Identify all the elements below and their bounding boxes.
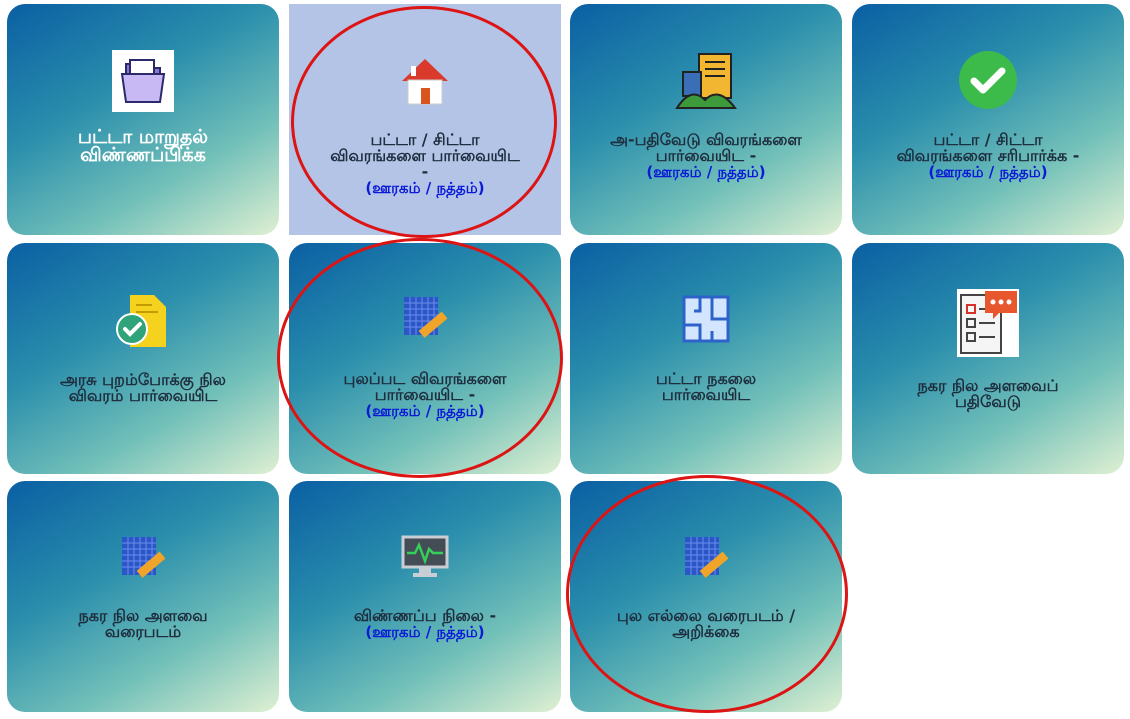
tile-sub-label: (ஊரகம் / நத்தம்)	[365, 179, 485, 197]
tile-sub-label: (ஊரகம் / நத்தம்)	[646, 163, 766, 181]
tile-a-register-view[interactable]: அ-பதிவேடு விவரங்களை பார்வையிட - (ஊரகம் /…	[570, 4, 842, 235]
tile-label-line1: விண்ணப்ப நிலை -	[353, 606, 497, 625]
tile-application-status[interactable]: விண்ணப்ப நிலை - (ஊரகம் / நத்தம்)	[289, 481, 561, 712]
tile-town-survey-register[interactable]: நகர நில அளவைப் பதிவேடு	[852, 243, 1124, 474]
tile-label-line2: அறிக்கை	[672, 622, 740, 641]
tile-label-line2: விண்ணப்பிக்க	[80, 144, 206, 166]
tile-label-line2: பதிவேடு	[955, 392, 1021, 411]
tile-govt-poramboke-view[interactable]: அரசு புறம்போக்கு நில விவரம் பார்வையிட	[7, 243, 279, 474]
folder-icon	[112, 50, 174, 116]
buildings-document-icon	[675, 52, 737, 114]
checkmark-icon	[958, 50, 1018, 114]
tile-label-line2: பார்வையிட -	[655, 146, 757, 165]
tile-label-line3: -	[421, 162, 429, 181]
tile-field-survey-details[interactable]: புலப்பட விவரங்களை பார்வையிட - (ஊரகம் / ந…	[289, 243, 561, 474]
survey-map-ruler-icon	[120, 535, 166, 585]
survey-map-ruler-icon	[402, 295, 448, 345]
tile-label-line2: வரைபடம்	[104, 622, 182, 641]
tile-town-survey-map[interactable]: நகர நில அளவை வரைபடம்	[7, 481, 279, 712]
tile-verify-patta-chitta[interactable]: பட்டா / சிட்டா விவரங்களை சரிபார்க்க - (ஊ…	[852, 4, 1124, 235]
monitor-icon	[401, 535, 449, 583]
tile-field-boundary-map[interactable]: புல எல்லை வரைபடம் / அறிக்கை	[570, 481, 842, 712]
tile-view-patta-copy[interactable]: பட்டா நகலை பார்வையிட	[570, 243, 842, 474]
checklist-icon	[957, 289, 1019, 361]
house-icon	[399, 56, 451, 112]
tile-view-patta-chitta[interactable]: பட்டா / சிட்டா விவரங்களை பார்வையிட - (ஊர…	[289, 4, 561, 235]
floor-plan-icon	[682, 295, 730, 347]
tile-label-line2: விவரங்களை சரிபார்க்க -	[896, 146, 1080, 165]
tile-sub-label: (ஊரகம் / நத்தம்)	[928, 163, 1048, 181]
approved-document-icon	[114, 291, 172, 355]
tile-label-line2: விவரம் பார்வையிட	[68, 386, 218, 405]
survey-map-ruler-icon	[683, 535, 729, 585]
tile-label-line2: பார்வையிட -	[374, 385, 476, 404]
tile-label-line2: பார்வையிட	[661, 385, 751, 404]
tile-patta-transfer-apply[interactable]: பட்டா மாறுதல் விண்ணப்பிக்க	[7, 4, 279, 235]
tile-sub-label: (ஊரகம் / நத்தம்)	[365, 623, 485, 641]
tile-sub-label: (ஊரகம் / நத்தம்)	[365, 402, 485, 420]
